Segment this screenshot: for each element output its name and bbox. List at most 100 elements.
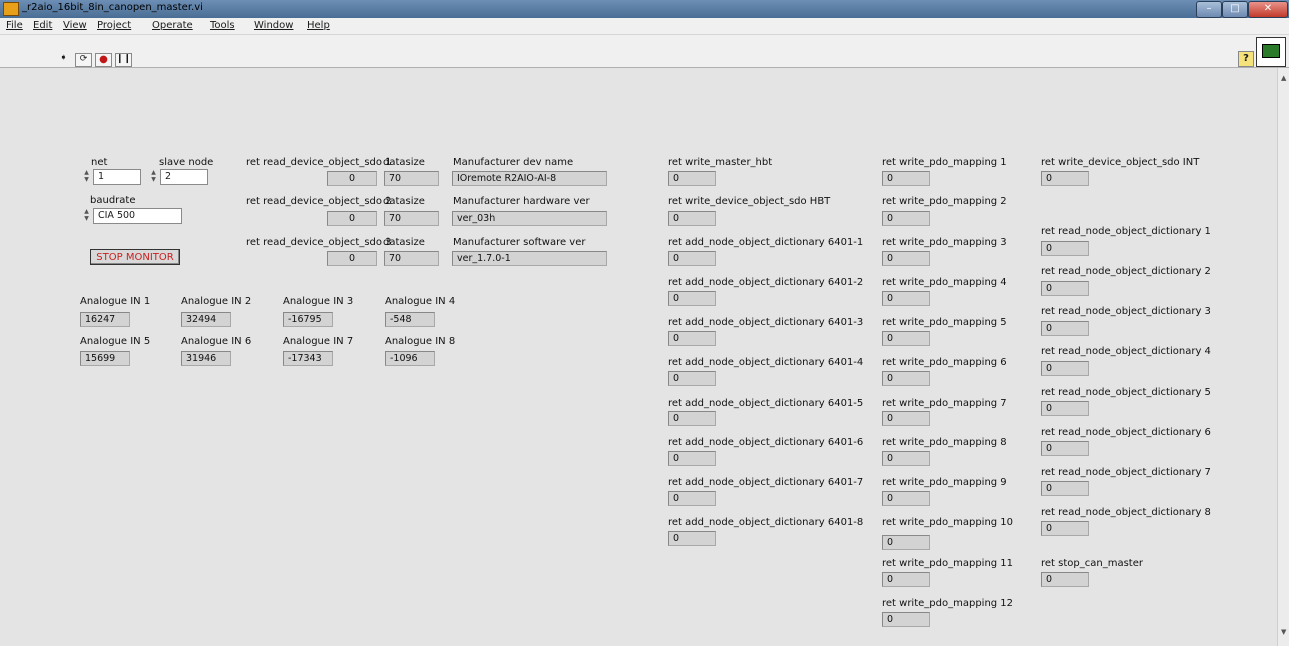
analogue-in-7-label: Analogue IN 7 <box>283 336 354 347</box>
add-node-od-8-value: 0 <box>668 531 716 546</box>
title-bar: _r2aio_16bit_8in_canopen_master.vi – □ ✕ <box>0 0 1289 18</box>
analogue-in-5-label: Analogue IN 5 <box>80 336 151 347</box>
read-node-od-2-value: 0 <box>1041 281 1089 296</box>
analogue-in-5-value: 15699 <box>80 351 130 366</box>
write-sdo-int-label: ret write_device_object_sdo INT <box>1041 157 1200 168</box>
run-arrow-icon[interactable]: ➧ <box>56 53 71 65</box>
analogue-in-1-value: 16247 <box>80 312 130 327</box>
add-node-od-2-value: 0 <box>668 291 716 306</box>
pdo-mapping-2-value: 0 <box>882 211 930 226</box>
run-continuously-icon[interactable]: ⟳ <box>75 53 92 67</box>
read-node-od-6-value: 0 <box>1041 441 1089 456</box>
read-node-od-8-label: ret read_node_object_dictionary 8 <box>1041 507 1211 518</box>
read-node-od-7-label: ret read_node_object_dictionary 7 <box>1041 467 1211 478</box>
close-button[interactable]: ✕ <box>1248 1 1288 18</box>
vertical-scrollbar[interactable]: ▲ ▼ <box>1277 68 1289 646</box>
manufacturer-hw-value: ver_03h <box>452 211 607 226</box>
sdo-2-label: ret read_device_object_sdo 2 <box>246 196 392 207</box>
pdo-mapping-4-label: ret write_pdo_mapping 4 <box>882 277 1007 288</box>
analogue-in-4-label: Analogue IN 4 <box>385 296 456 307</box>
abort-icon[interactable]: ● <box>95 53 112 67</box>
scroll-down-icon[interactable]: ▼ <box>1281 628 1286 636</box>
minimize-button[interactable]: – <box>1196 1 1222 18</box>
net-spinner-icon[interactable]: ▲ ▼ <box>82 169 91 185</box>
pdo-mapping-10-label: ret write_pdo_mapping 10 <box>882 517 1014 528</box>
sdo-1-value: 0 <box>327 171 377 186</box>
read-node-od-3-value: 0 <box>1041 321 1089 336</box>
add-node-od-8-label: ret add_node_object_dictionary 6401-8 <box>668 517 864 528</box>
add-node-od-3-value: 0 <box>668 331 716 346</box>
help-icon[interactable]: ? <box>1238 51 1254 67</box>
read-node-od-1-value: 0 <box>1041 241 1089 256</box>
pdo-mapping-11-label: ret write_pdo_mapping 11 <box>882 558 1014 569</box>
add-node-od-1-value: 0 <box>668 251 716 266</box>
write-sdo-int-value: 0 <box>1041 171 1089 186</box>
read-node-od-2-label: ret read_node_object_dictionary 2 <box>1041 266 1211 277</box>
datasize-2-value: 70 <box>384 211 439 226</box>
write-master-hbt-label: ret write_master_hbt <box>668 157 773 168</box>
add-node-od-7-value: 0 <box>668 491 716 506</box>
menu-help[interactable]: Help <box>307 20 330 31</box>
add-node-od-6-label: ret add_node_object_dictionary 6401-6 <box>668 437 864 448</box>
add-node-od-3-label: ret add_node_object_dictionary 6401-3 <box>668 317 864 328</box>
slave-node-spinner-icon[interactable]: ▲ ▼ <box>149 169 158 185</box>
menu-operate[interactable]: Operate <box>152 20 193 31</box>
stop-monitor-button[interactable]: STOP MONITOR <box>90 249 180 265</box>
pdo-mapping-10-value: 0 <box>882 535 930 550</box>
pdo-mapping-3-value: 0 <box>882 251 930 266</box>
manufacturer-hw-label: Manufacturer hardware ver <box>453 196 590 207</box>
analogue-in-3-value: -16795 <box>283 312 333 327</box>
maximize-button[interactable]: □ <box>1222 1 1248 18</box>
labview-app-icon[interactable] <box>3 2 19 16</box>
read-node-od-6-label: ret read_node_object_dictionary 6 <box>1041 427 1211 438</box>
read-node-od-5-label: ret read_node_object_dictionary 5 <box>1041 387 1211 398</box>
stop-can-master-label: ret stop_can_master <box>1041 558 1143 569</box>
pdo-mapping-12-value: 0 <box>882 612 930 627</box>
scroll-up-icon[interactable]: ▲ <box>1281 74 1286 82</box>
analogue-in-8-label: Analogue IN 8 <box>385 336 456 347</box>
analogue-in-1-label: Analogue IN 1 <box>80 296 151 307</box>
pdo-mapping-7-label: ret write_pdo_mapping 7 <box>882 398 1007 409</box>
analogue-in-3-label: Analogue IN 3 <box>283 296 354 307</box>
add-node-od-5-label: ret add_node_object_dictionary 6401-5 <box>668 398 864 409</box>
sdo-3-value: 0 <box>327 251 377 266</box>
menu-project[interactable]: Project <box>97 20 131 31</box>
menu-file[interactable]: File <box>6 20 23 31</box>
read-node-od-4-label: ret read_node_object_dictionary 4 <box>1041 346 1211 357</box>
pdo-mapping-7-value: 0 <box>882 411 930 426</box>
stop-can-master-value: 0 <box>1041 572 1089 587</box>
write-sdo-hbt-value: 0 <box>668 211 716 226</box>
baudrate-spinner-icon[interactable]: ▲ ▼ <box>82 208 91 224</box>
sdo-1-label: ret read_device_object_sdo 1 <box>246 157 392 168</box>
pdo-mapping-6-label: ret write_pdo_mapping 6 <box>882 357 1007 368</box>
baudrate-field[interactable]: CIA 500 <box>93 208 182 224</box>
menu-view[interactable]: View <box>63 20 87 31</box>
write-sdo-hbt-label: ret write_device_object_sdo HBT <box>668 196 831 207</box>
pause-icon[interactable]: ❙❙ <box>115 53 132 67</box>
pdo-mapping-8-value: 0 <box>882 451 930 466</box>
manufacturer-name-label: Manufacturer dev name <box>453 157 574 168</box>
menu-window[interactable]: Window <box>254 20 293 31</box>
pdo-mapping-9-label: ret write_pdo_mapping 9 <box>882 477 1007 488</box>
add-node-od-4-value: 0 <box>668 371 716 386</box>
datasize-1-label: datasize <box>383 157 425 168</box>
analogue-in-6-label: Analogue IN 6 <box>181 336 252 347</box>
net-field[interactable]: 1 <box>93 169 141 185</box>
analogue-in-2-value: 32494 <box>181 312 231 327</box>
slave-node-label: slave node <box>159 157 214 168</box>
menu-edit[interactable]: Edit <box>33 20 52 31</box>
pdo-mapping-4-value: 0 <box>882 291 930 306</box>
menu-tools[interactable]: Tools <box>210 20 235 31</box>
vi-icon <box>1256 37 1286 67</box>
read-node-od-4-value: 0 <box>1041 361 1089 376</box>
pdo-mapping-6-value: 0 <box>882 371 930 386</box>
sdo-2-value: 0 <box>327 211 377 226</box>
manufacturer-name-value: IOremote R2AIO-AI-8 <box>452 171 607 186</box>
read-node-od-5-value: 0 <box>1041 401 1089 416</box>
sdo-3-label: ret read_device_object_sdo 3 <box>246 237 392 248</box>
add-node-od-5-value: 0 <box>668 411 716 426</box>
analogue-in-8-value: -1096 <box>385 351 435 366</box>
analogue-in-4-value: -548 <box>385 312 435 327</box>
slave-node-field[interactable]: 2 <box>160 169 208 185</box>
read-node-od-7-value: 0 <box>1041 481 1089 496</box>
